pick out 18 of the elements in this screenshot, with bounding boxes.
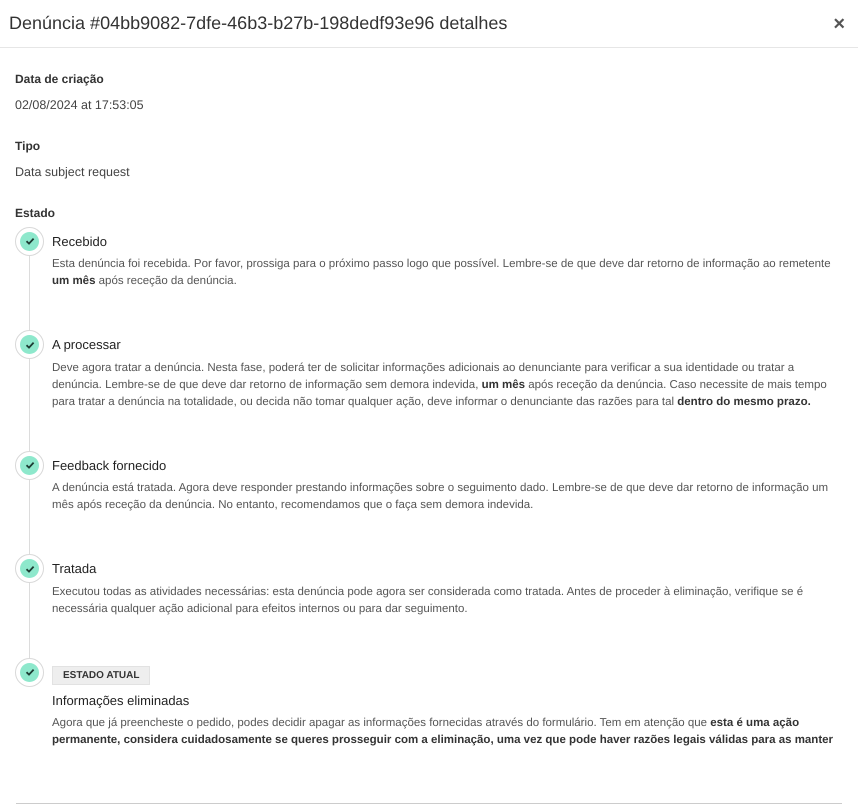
field-value: 02/08/2024 at 17:53:05 [15, 97, 145, 114]
section-label: Estado [15, 204, 56, 222]
step-description: Executou todas as atividades necessárias: esta denúncia pode agora ser considerada como tratada. Antes de proceder à eliminação, verifique se é necessária qualquer ação adicional para efeitos internos ou para dar seguimento. [52, 584, 804, 616]
modal-title: Denúncia #04bb9082-7dfe-46b3-b27b-198dedf93e96 detalhes [9, 12, 508, 34]
step-description: Agora que já preencheste o pedido, podes decidir apagar as informações fornecidas através do formulário. Tem em atenção que esta é uma ação permanente, considera cuidadosamente se queres prosseguir com a eliminação, uma vez que pode haver razões legais válidas para as manter [52, 716, 834, 748]
field-value: Data subject request [15, 164, 131, 181]
step-title: Informações eliminadas [52, 692, 190, 710]
step-description: A denúncia está tratada. Agora deve responder prestando informações sobre o seguimento dado. Lembre-se de que deve dar retorno de informação um mês após receção da denúncia. No entanto, recomendamos que o faça sem demora indevida. [52, 481, 830, 513]
step-title: A processar [52, 336, 122, 354]
step-description: Deve agora tratar a denúncia. Nesta fase, poderá ter de solicitar informações adicionais ao denunciante para verificar a sua identidade ou tratar a denúncia. Lembre-se de que deve dar retorno de informação sem demora indevida, um mês após receção da denúncia. Caso necessite de mais tempo para tratar a denúncia na totalidade, ou decida não tomar qualquer ação, deve informar o denunciante das razões para tal dentro do mesmo prazo. [52, 360, 828, 410]
step-description: Esta denúncia foi recebida. Por favor, prossiga para o próximo passo logo que possível. Lembre-se de que deve dar retorno de informação ao remetente um mês após receção da denúncia. [52, 257, 832, 289]
status-tag: ESTADO ATUAL [52, 666, 150, 684]
step-title: Tratada [52, 560, 98, 578]
step-title: Recebido [52, 232, 108, 250]
close-button[interactable]: × [829, 14, 849, 34]
step-title: Feedback fornecido [52, 456, 168, 474]
field-label: Data de criação [15, 71, 105, 88]
field-label: Tipo [15, 138, 42, 155]
